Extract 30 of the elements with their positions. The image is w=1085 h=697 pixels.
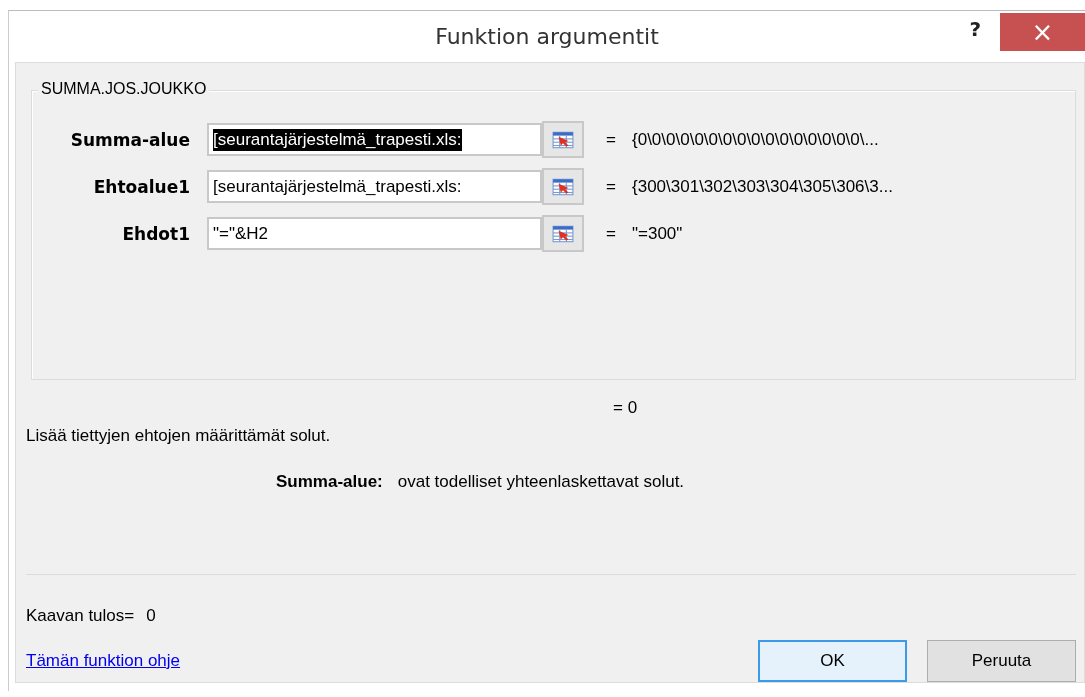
- close-button[interactable]: ×: [1000, 13, 1085, 51]
- argument-label: Ehtoalue1: [92, 176, 190, 197]
- equals-sign: =: [606, 129, 617, 150]
- equals-sign: =: [606, 176, 617, 197]
- formula-result-value: 0: [146, 606, 156, 626]
- ok-button[interactable]: OK: [758, 640, 907, 682]
- formula-result-label: Kaavan tulos=: [26, 606, 135, 626]
- range-picker-icon: [552, 130, 574, 149]
- function-result: = 0: [613, 398, 638, 418]
- argument-label: Ehdot1: [121, 223, 190, 244]
- help-link[interactable]: Tämän funktion ohje: [26, 651, 181, 671]
- argument-field[interactable]: [seurantajärjestelmä_trapesti.xls:: [207, 170, 542, 203]
- cancel-button[interactable]: Peruuta: [927, 640, 1076, 682]
- argument-field[interactable]: "="&H2: [207, 217, 542, 250]
- help-button[interactable]: ?: [963, 15, 987, 43]
- argument-result: "=300": [632, 223, 683, 244]
- window-title: Funktion argumentit: [435, 24, 659, 49]
- range-picker-icon: [552, 177, 574, 196]
- argument-label: Summa-alue: [69, 129, 190, 150]
- argument-description: ovat todelliset yhteenlaskettavat solut.: [397, 472, 685, 492]
- argument-result: {300\301\302\303\304\305\306\3...: [632, 176, 893, 197]
- argument-name: Summa-alue:: [276, 472, 383, 492]
- collapse-dialog-button[interactable]: [542, 168, 584, 205]
- collapse-dialog-button[interactable]: [542, 215, 584, 252]
- collapse-dialog-button[interactable]: [542, 121, 584, 158]
- equals-sign: =: [606, 223, 617, 244]
- range-picker-icon: [552, 224, 574, 243]
- argument-result: {0\0\0\0\0\0\0\0\0\0\0\0\0\0\0\0\...: [632, 129, 879, 150]
- function-description: Lisää tiettyjen ehtojen määrittämät solut.: [26, 426, 332, 446]
- argument-field[interactable]: [seurantajärjestelmä_trapesti.xls:: [207, 123, 542, 156]
